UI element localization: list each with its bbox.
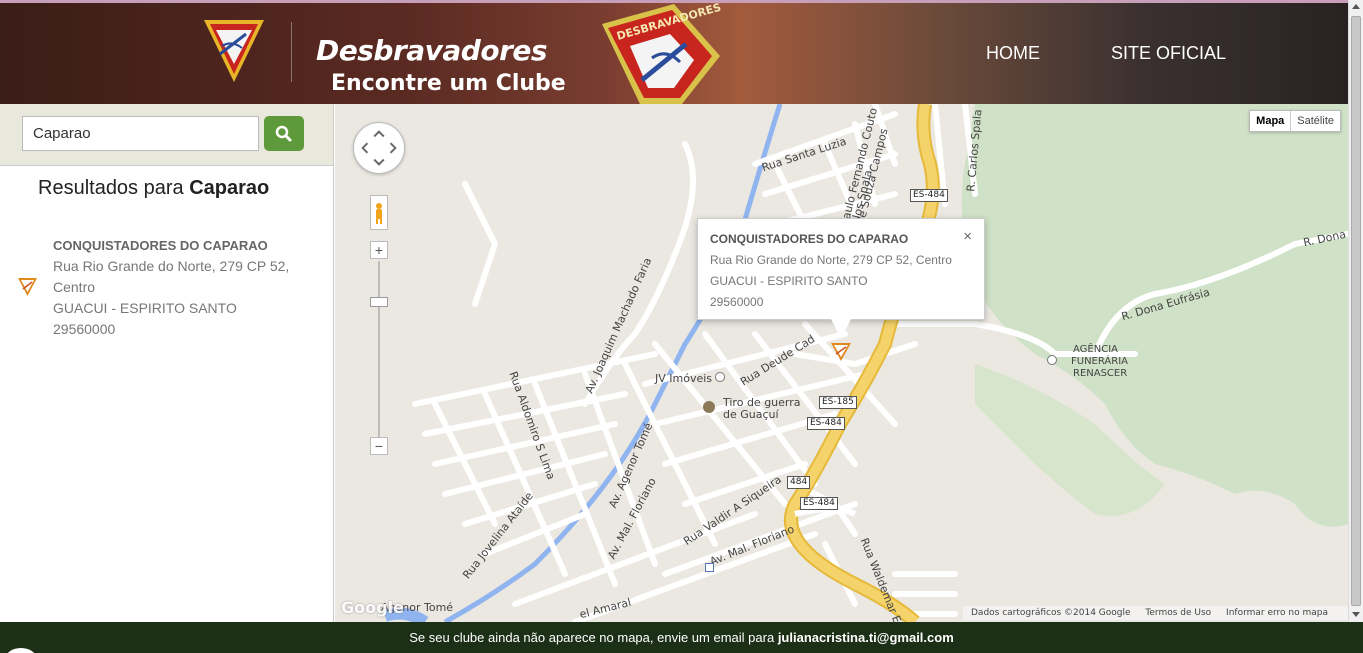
map-label-agencia: AGÊNCIA	[1073, 344, 1118, 355]
close-icon[interactable]: ×	[963, 226, 972, 247]
map-info-window: CONQUISTADORES DO CAPARAO Rua Rio Grande…	[697, 218, 985, 320]
pan-control[interactable]	[353, 122, 405, 174]
attribution-report-link[interactable]: Informar erro no mapa	[1226, 608, 1328, 618]
map-view[interactable]: Rua Santa Luzia Paulo Fernando Couto de …	[335, 104, 1348, 622]
attribution-terms-link[interactable]: Termos de Uso	[1145, 608, 1211, 618]
zoom-in-button[interactable]: +	[370, 241, 388, 259]
pan-left-icon	[361, 142, 369, 154]
pan-up-icon	[373, 130, 385, 138]
footer-corner-shape	[6, 648, 36, 653]
brand-title: Desbravadores	[316, 34, 548, 67]
zoom-out-button[interactable]: −	[370, 437, 388, 455]
infowindow-address: Rua Rio Grande do Norte, 279 CP 52, Cent…	[710, 253, 952, 267]
highway-shield: ES-185	[819, 396, 857, 409]
result-list-item[interactable]: CONQUISTADORES DO CAPARAO Rua Rio Grande…	[53, 235, 323, 340]
highway-shield: ES-484	[807, 417, 845, 430]
page-scrollbar[interactable]	[1348, 0, 1363, 622]
header-banner: Desbravadores Encontre um Clube DESBRAVA…	[0, 0, 1348, 104]
search-bar	[0, 104, 333, 166]
result-zip: 29560000	[53, 321, 116, 337]
highway-shield: 484	[787, 476, 811, 489]
pathfinder-logo-icon[interactable]	[202, 18, 266, 84]
brand-subtitle: Encontre um Clube	[331, 71, 566, 96]
results-query: Caparao	[189, 177, 270, 199]
zoom-slider-thumb[interactable]	[370, 297, 388, 307]
scroll-up-icon[interactable]	[1352, 4, 1360, 9]
museum-icon[interactable]	[703, 401, 715, 413]
map-label-renascer: RENASCER	[1073, 368, 1128, 379]
results-sidebar: Resultados para Caparao CONQUISTADORES D…	[0, 104, 334, 622]
map-label-de-guacui: de Guaçuí	[723, 408, 779, 421]
poi-icon[interactable]	[715, 372, 725, 382]
footer-text: Se seu clube ainda não aparece no mapa, …	[409, 630, 775, 645]
bus-stop-icon[interactable]	[705, 563, 714, 572]
result-address: Rua Rio Grande do Norte, 279 CP 52, Cent…	[53, 258, 290, 295]
search-button[interactable]	[264, 116, 304, 151]
highway-shield: ES-484	[800, 497, 838, 510]
result-city: GUACUI - ESPIRITO SANTO	[53, 300, 237, 316]
pan-right-icon	[389, 142, 397, 154]
infowindow-zip: 29560000	[710, 295, 764, 309]
search-input[interactable]	[22, 116, 259, 151]
infowindow-name: CONQUISTADORES DO CAPARAO	[710, 232, 909, 246]
attribution-data: Dados cartográficos ©2014 Google	[971, 608, 1131, 618]
footer-bar: Se seu clube ainda não aparece no mapa, …	[0, 622, 1363, 653]
map-marker-icon[interactable]	[831, 342, 851, 362]
pathfinder-emblem-icon	[18, 278, 37, 296]
map-label-jv-imoveis: JV Imóveis	[655, 372, 713, 385]
street-view-pegman-icon[interactable]	[370, 195, 388, 230]
map-attribution: Dados cartográficos ©2014 Google Termos …	[963, 606, 1348, 620]
logo-divider	[291, 22, 292, 82]
poi-icon[interactable]	[1047, 355, 1057, 365]
highway-shield: ES-484	[910, 189, 948, 202]
map-type-control: Mapa Satélite	[1249, 110, 1341, 132]
nav-home-link[interactable]: HOME	[986, 43, 1040, 64]
results-title-prefix: Resultados para	[38, 177, 184, 199]
results-title: Resultados para Caparao	[38, 177, 269, 200]
map-label-funeraria: FUNERÁRIA	[1071, 356, 1128, 367]
infowindow-tail	[831, 319, 851, 339]
result-name[interactable]: CONQUISTADORES DO CAPARAO	[53, 235, 323, 256]
zoom-slider-track[interactable]	[378, 261, 380, 437]
search-icon	[275, 125, 292, 142]
infowindow-city: GUACUI - ESPIRITO SANTO	[710, 274, 868, 288]
app-root: Desbravadores Encontre um Clube DESBRAVA…	[0, 0, 1363, 653]
scroll-down-icon[interactable]	[1352, 612, 1360, 617]
footer-email-link[interactable]: julianacristina.ti@gmail.com	[778, 630, 954, 645]
nav-site-oficial-link[interactable]: SITE OFICIAL	[1111, 43, 1226, 64]
map-type-satellite-button[interactable]: Satélite	[1291, 111, 1340, 131]
scroll-thumb[interactable]	[1351, 16, 1361, 606]
pathfinder-patch-image: DESBRAVADORES	[602, 1, 723, 104]
pan-down-icon	[373, 158, 385, 166]
google-logo[interactable]: Google	[341, 598, 404, 617]
map-type-map-button[interactable]: Mapa	[1250, 111, 1292, 131]
